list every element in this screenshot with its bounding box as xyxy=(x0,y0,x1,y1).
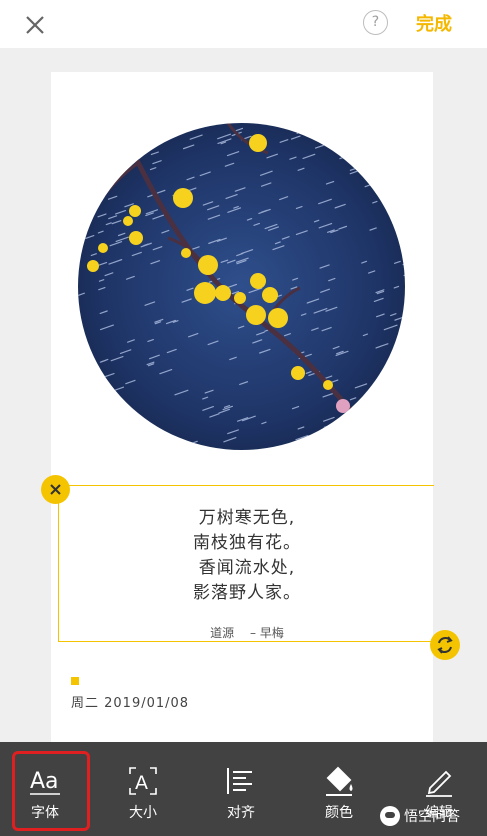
svg-text:A: A xyxy=(135,772,148,794)
date-marker xyxy=(71,677,79,685)
top-bar: ? 完成 xyxy=(0,0,487,48)
poem-author: 道源 xyxy=(210,626,235,640)
plum-blossom-image xyxy=(78,123,405,450)
text-size-icon: A xyxy=(129,767,157,795)
poem-line: 影落野人家。 xyxy=(193,583,301,603)
close-icon xyxy=(26,16,44,34)
wukong-logo-icon xyxy=(380,806,400,826)
paint-bucket-icon xyxy=(326,766,353,796)
align-tool-button[interactable]: 对齐 xyxy=(206,742,276,836)
watermark-text: 悟空问答 xyxy=(404,809,460,825)
poem-line: 万树寒无色, xyxy=(198,508,296,528)
align-tool-label: 对齐 xyxy=(227,805,255,821)
rotate-text-button[interactable] xyxy=(430,630,460,660)
poem-title: – 早梅 xyxy=(250,626,284,640)
size-tool-label: 大小 xyxy=(129,805,157,821)
rotate-icon xyxy=(437,636,453,654)
poem-attribution: 道源 – 早梅 xyxy=(59,624,435,641)
poem-line: 香闻流水处, xyxy=(198,558,296,578)
pencil-icon xyxy=(426,770,452,797)
help-icon: ? xyxy=(371,14,380,30)
date-text[interactable]: 周二 2019/01/08 xyxy=(71,692,189,711)
close-button[interactable] xyxy=(20,10,50,40)
done-button[interactable]: 完成 xyxy=(416,10,452,36)
poem-line: 南枝独有花。 xyxy=(193,533,301,553)
watermark: 悟空问答 xyxy=(380,806,460,826)
card-photo[interactable] xyxy=(78,123,405,450)
help-button[interactable]: ? xyxy=(363,10,388,35)
color-tool-button[interactable]: 颜色 xyxy=(304,742,374,836)
poem-text: 万树寒无色, 南枝独有花。 香闻流水处, 影落野人家。 xyxy=(59,506,435,606)
delete-text-button[interactable] xyxy=(41,475,70,504)
color-tool-label: 颜色 xyxy=(325,805,353,821)
align-left-icon xyxy=(227,768,252,794)
selected-tool-highlight xyxy=(12,751,90,831)
poem-text-box[interactable]: 万树寒无色, 南枝独有花。 香闻流水处, 影落野人家。 道源 – 早梅 xyxy=(58,485,434,642)
size-tool-button[interactable]: A 大小 xyxy=(108,742,178,836)
close-icon xyxy=(50,484,61,495)
